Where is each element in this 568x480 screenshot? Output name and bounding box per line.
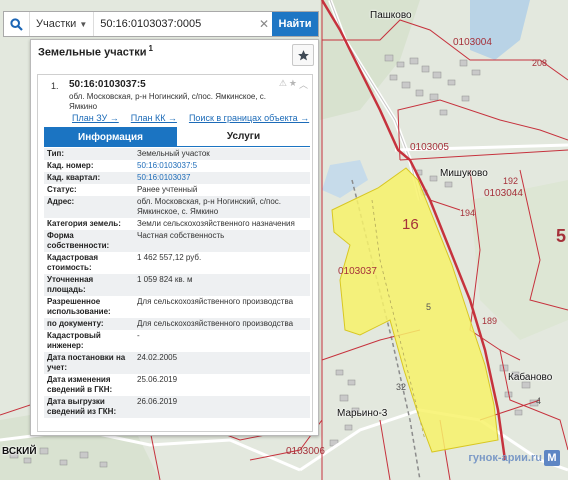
chevron-down-icon: ▼ [79,19,88,29]
clear-icon[interactable]: ✕ [256,17,272,31]
row-key: Форма собственности: [44,230,134,252]
cad-quarter-link[interactable]: 50:16:0103037 [137,173,190,182]
quarter-label-0103037: 0103037 [338,266,377,277]
parcel-label-32: 32 [396,382,407,392]
search-type-label: Участки [36,18,77,30]
star-icon[interactable]: ★ [289,78,297,91]
search-bar: Участки ▼ ✕ Найти [3,11,319,37]
parcel-label-208: 208 [532,58,548,68]
row-key: Дата выгрузки сведений из ГКН: [44,396,134,418]
parcel-label-4: 4 [536,396,542,406]
panel-header: Земельные участки 1 [31,40,318,70]
parcel-label-16: 16 [402,216,419,233]
table-row: по документу: Для сельскохозяйственного п… [44,318,310,330]
row-key: Кадастровый инженер: [47,331,101,350]
panel-title-text: Земельные участки [38,46,147,59]
row-value: 26.06.2019 [134,396,310,418]
row-key: Разрешенное использование: [47,297,111,316]
row-key: Дата изменения сведений в ГКН: [47,375,113,394]
watermark-icon: М [544,450,560,466]
result-actions: ⚠ ★ ︿ [279,78,308,91]
table-row: Кадастровый инженер: - [44,330,310,352]
row-key: Адрес: [44,196,134,218]
place-label-vsky: ВСКИЙ [2,446,37,457]
row-value: Земельный участок [134,148,310,160]
row-key: Уточненная площадь: [44,274,134,296]
parcel-label-5-side: 5 [556,226,567,246]
watermark-text: гунок-арии.ru [468,452,542,464]
row-key: по документу: [44,318,134,330]
table-row: Дата постановки на учет: 24.02.2005 [44,352,310,374]
panel-title-count: 1 [148,44,153,53]
row-value: 1 059 824 кв. м [134,274,310,296]
place-label-kabanovo: Кабаново [508,372,553,383]
link-plan-kk[interactable]: План КК → [131,113,177,123]
table-row: Разрешенное использование: Для сельскохоз… [44,296,310,318]
search-icon[interactable] [4,12,30,36]
quarter-label-0103004: 0103004 [453,37,492,48]
search-type-select[interactable]: Участки ▼ [30,12,95,36]
parcel-label-189: 189 [482,316,498,326]
watermark: гунок-арии.ru М [468,450,560,466]
collapse-icon[interactable]: ︿ [299,78,308,91]
table-row: Адрес: обл. Московская, р-н Ногинский, с/… [44,196,310,218]
result-card: 1. 50:16:0103037:5 обл. Московская, р-н … [37,74,313,432]
row-value: обл. Московская, р-н Ногинский, с/пос. Я… [134,196,310,218]
warning-icon[interactable]: ⚠ [279,78,287,91]
table-row: Уточненная площадь: 1 059 824 кв. м [44,274,310,296]
row-key: Тип: [44,148,134,160]
row-value: - [137,331,140,340]
table-row: Дата выгрузки сведений из ГКН: 26.06.2019 [44,396,310,418]
tab-information[interactable]: Информация [44,127,177,147]
row-value: Ранее учтенный [137,185,198,194]
info-table: Тип: Земельный участок Кад. номер: 50:16:0… [44,148,310,418]
star-icon [297,49,309,60]
table-row: Тип: Земельный участок [44,148,310,160]
quarter-label-0103006: 0103006 [286,446,325,457]
link-plan-zu[interactable]: План ЗУ → [72,113,119,123]
result-links: План ЗУ → План КК → Поиск в границах объ… [72,113,309,123]
row-value: Частная собственность [134,230,310,252]
tab-services[interactable]: Услуги [177,127,310,147]
result-tabs: Информация Услуги [44,127,310,147]
parcel-label-5: 5 [426,302,432,312]
row-key: Кадастровая стоимость: [47,253,99,272]
results-panel: Земельные участки 1 1. 50:16:0103037:5 об… [30,39,319,436]
row-value: Земли сельскохозяйственного назначения [137,219,295,228]
favorite-button[interactable] [292,44,314,66]
table-row: Статус: Ранее учтенный [44,184,310,196]
row-value: 25.06.2019 [137,375,178,384]
place-label-pashkovo: Пашково [370,10,412,21]
parcel-label-194: 194 [460,208,476,218]
row-key: Категория земель: [47,219,121,228]
table-row: Кад. номер: 50:16:0103037:5 [44,160,310,172]
table-row: Дата изменения сведений в ГКН: 25.06.2019 [44,374,310,396]
row-key: Статус: [47,185,77,194]
row-key: Кад. номер: [47,161,94,170]
panel-title: Земельные участки 1 [38,44,153,59]
row-key: Кад. квартал: [44,172,134,184]
cad-number-link[interactable]: 50:16:0103037:5 [137,161,197,170]
row-value: Для сельскохозяйственного производства [137,297,294,306]
place-label-mishukovo: Мишуково [440,168,488,179]
place-label-marino: Марьино-3 [337,408,388,419]
quarter-label-0103005: 0103005 [410,142,449,153]
row-value: 24.02.2005 [134,352,310,374]
search-button[interactable]: Найти [272,12,318,36]
row-value: Для сельскохозяйственного производства [134,318,310,330]
row-value: 1 462 557,12 руб. [137,253,202,262]
result-index: 1. [51,81,59,91]
row-key: Дата постановки на учет: [44,352,134,374]
quarter-label-0103044: 0103044 [484,188,523,199]
table-row: Категория земель: Земли сельскохозяйствен… [44,218,310,230]
table-row: Кадастровая стоимость: 1 462 557,12 руб. [44,252,310,274]
search-input[interactable] [94,12,256,36]
result-cad-number[interactable]: 50:16:0103037:5 [69,79,146,90]
table-row: Форма собственности: Частная собственност… [44,230,310,252]
link-search-in-bounds[interactable]: Поиск в границах объекта → [189,113,309,123]
table-row: Кад. квартал: 50:16:0103037 [44,172,310,184]
parcel-label-192: 192 [503,176,519,186]
result-address: обл. Московская, р-н Ногинский, с/пос. Я… [69,92,267,111]
